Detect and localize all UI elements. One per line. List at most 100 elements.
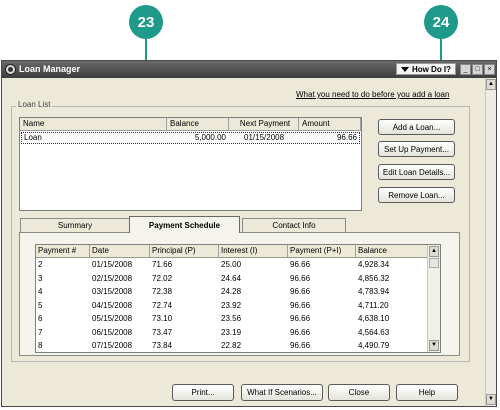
table-row[interactable]: 5 04/15/2008 72.74 23.92 96.66 4,711.20: [36, 299, 428, 312]
loan-balance: 5,000.00: [194, 133, 226, 142]
print-button[interactable]: Print...: [172, 384, 234, 401]
col-principal[interactable]: Principal (P): [150, 245, 219, 257]
payment-number-cell: 8: [38, 341, 43, 350]
col-next-payment[interactable]: Next Payment: [229, 118, 299, 130]
payment-total-cell: 96.66: [290, 273, 311, 283]
guide-link[interactable]: What you need to do before you add a loa…: [296, 90, 449, 99]
loan-row[interactable]: Loan 5,000.00 01/15/2008 96.66: [21, 132, 360, 144]
principal-cell: 72.02: [152, 273, 173, 283]
col-date[interactable]: Date: [90, 245, 150, 257]
balance-cell: 4,928.34: [358, 260, 390, 269]
chevron-down-icon: [400, 66, 409, 72]
interest-cell: 25.00: [221, 260, 242, 269]
loan-next-payment: 01/15/2008: [244, 133, 285, 142]
scroll-thumb[interactable]: [429, 258, 439, 268]
payment-number-cell: 5: [38, 300, 43, 310]
loan-manager-window: Loan Manager How Do I? _ □ × What you ne…: [1, 60, 497, 407]
table-row[interactable]: 2 01/15/2008 71.66 25.00 96.66 4,928.34: [36, 258, 428, 271]
scroll-up-icon[interactable]: ▲: [429, 246, 439, 257]
payment-number-cell: 3: [38, 273, 43, 283]
col-balance[interactable]: Balance: [356, 245, 428, 257]
table-row[interactable]: 8 07/15/2008 73.84 22.82 96.66 4,490.79: [36, 339, 428, 352]
payment-date-cell: 06/15/2008: [92, 327, 133, 337]
how-do-i-button[interactable]: How Do I?: [396, 63, 456, 75]
payment-total-cell: 96.66: [290, 260, 311, 269]
scroll-down-icon[interactable]: ▼: [429, 340, 439, 351]
col-name[interactable]: Name: [20, 118, 167, 130]
payment-date-cell: 01/15/2008: [92, 260, 133, 269]
principal-cell: 72.74: [152, 300, 173, 310]
payment-total-cell: 96.66: [290, 341, 311, 350]
balance-cell: 4,856.32: [358, 273, 390, 283]
app-icon: [5, 64, 16, 75]
payment-total-cell: 96.66: [290, 327, 311, 337]
maximize-button[interactable]: □: [472, 64, 483, 75]
payment-date-cell: 03/15/2008: [92, 287, 133, 296]
loan-list-header: Name Balance Next Payment Amount: [20, 118, 361, 131]
close-window-button[interactable]: ×: [484, 64, 495, 75]
title-bar: Loan Manager How Do I? _ □ ×: [2, 61, 496, 78]
table-row[interactable]: 4 03/15/2008 72.38 24.28 96.66 4,783.94: [36, 285, 428, 298]
edit-loan-details-button[interactable]: Edit Loan Details...: [378, 164, 455, 180]
balance-cell: 4,490.79: [358, 341, 390, 350]
loan-amount: 96.66: [336, 133, 357, 142]
loan-list-table[interactable]: Name Balance Next Payment Amount Loan 5,…: [19, 117, 362, 211]
principal-cell: 73.10: [152, 314, 173, 323]
col-payment-number[interactable]: Payment #: [36, 245, 90, 257]
payment-date-cell: 05/15/2008: [92, 314, 133, 323]
payment-total-cell: 96.66: [290, 287, 311, 296]
interest-cell: 24.28: [221, 287, 242, 296]
principal-cell: 73.84: [152, 341, 173, 350]
principal-cell: 73.47: [152, 327, 173, 337]
payment-date-cell: 07/15/2008: [92, 341, 133, 350]
payment-number-cell: 6: [38, 314, 43, 323]
table-row[interactable]: 6 05/15/2008 73.10 23.56 96.66 4,638.10: [36, 312, 428, 325]
window-title: Loan Manager: [19, 64, 81, 74]
interest-cell: 23.56: [221, 314, 242, 323]
loan-name: Loan: [24, 133, 42, 142]
payment-number-cell: 2: [38, 260, 43, 269]
tab-summary[interactable]: Summary: [20, 218, 130, 232]
payment-total-cell: 96.66: [290, 314, 311, 323]
remove-loan-button[interactable]: Remove Loan...: [378, 187, 455, 203]
callout-24: 24: [424, 5, 458, 39]
col-balance[interactable]: Balance: [167, 118, 229, 130]
schedule-header: Payment # Date Principal (P) Interest (I…: [36, 245, 428, 258]
principal-cell: 71.66: [152, 260, 173, 269]
set-up-payment-button[interactable]: Set Up Payment...: [378, 141, 455, 157]
payment-schedule-grid[interactable]: Payment # Date Principal (P) Interest (I…: [35, 244, 441, 353]
principal-cell: 72.38: [152, 287, 173, 296]
payment-date-cell: 02/15/2008: [92, 273, 133, 283]
interest-cell: 23.92: [221, 300, 242, 310]
how-do-i-label: How Do I?: [411, 64, 452, 74]
balance-cell: 4,783.94: [358, 287, 390, 296]
payment-number-cell: 7: [38, 327, 43, 337]
interest-cell: 23.19: [221, 327, 242, 337]
loan-list-label: Loan List: [16, 100, 53, 109]
window-scrollbar[interactable]: ▲ ▼: [485, 78, 496, 406]
help-button[interactable]: Help: [396, 384, 458, 401]
col-payment-total[interactable]: Payment (P+I): [288, 245, 356, 257]
minimize-button[interactable]: _: [460, 64, 471, 75]
schedule-scrollbar[interactable]: ▲ ▼: [427, 245, 440, 352]
table-row[interactable]: 7 06/15/2008 73.47 23.19 96.66 4,564.63: [36, 326, 428, 339]
tab-contact-info[interactable]: Contact Info: [242, 218, 346, 232]
balance-cell: 4,638.10: [358, 314, 390, 323]
col-interest[interactable]: Interest (I): [219, 245, 288, 257]
payment-number-cell: 4: [38, 287, 43, 296]
payment-date-cell: 04/15/2008: [92, 300, 133, 310]
close-button[interactable]: Close: [328, 384, 390, 401]
window-scroll-down-icon[interactable]: ▼: [486, 394, 496, 405]
balance-cell: 4,711.20: [358, 300, 389, 310]
col-amount[interactable]: Amount: [299, 118, 361, 130]
payment-total-cell: 96.66: [290, 300, 311, 310]
what-if-scenarios-button[interactable]: What If Scenarios...: [241, 384, 323, 401]
tab-payment-schedule[interactable]: Payment Schedule: [129, 216, 240, 233]
balance-cell: 4,564.63: [358, 327, 390, 337]
interest-cell: 22.82: [221, 341, 242, 350]
window-scroll-up-icon[interactable]: ▲: [486, 79, 496, 90]
callout-23: 23: [129, 5, 163, 39]
table-row[interactable]: 3 02/15/2008 72.02 24.64 96.66 4,856.32: [36, 272, 428, 285]
add-loan-button[interactable]: Add a Loan...: [378, 119, 455, 135]
interest-cell: 24.64: [221, 273, 242, 283]
